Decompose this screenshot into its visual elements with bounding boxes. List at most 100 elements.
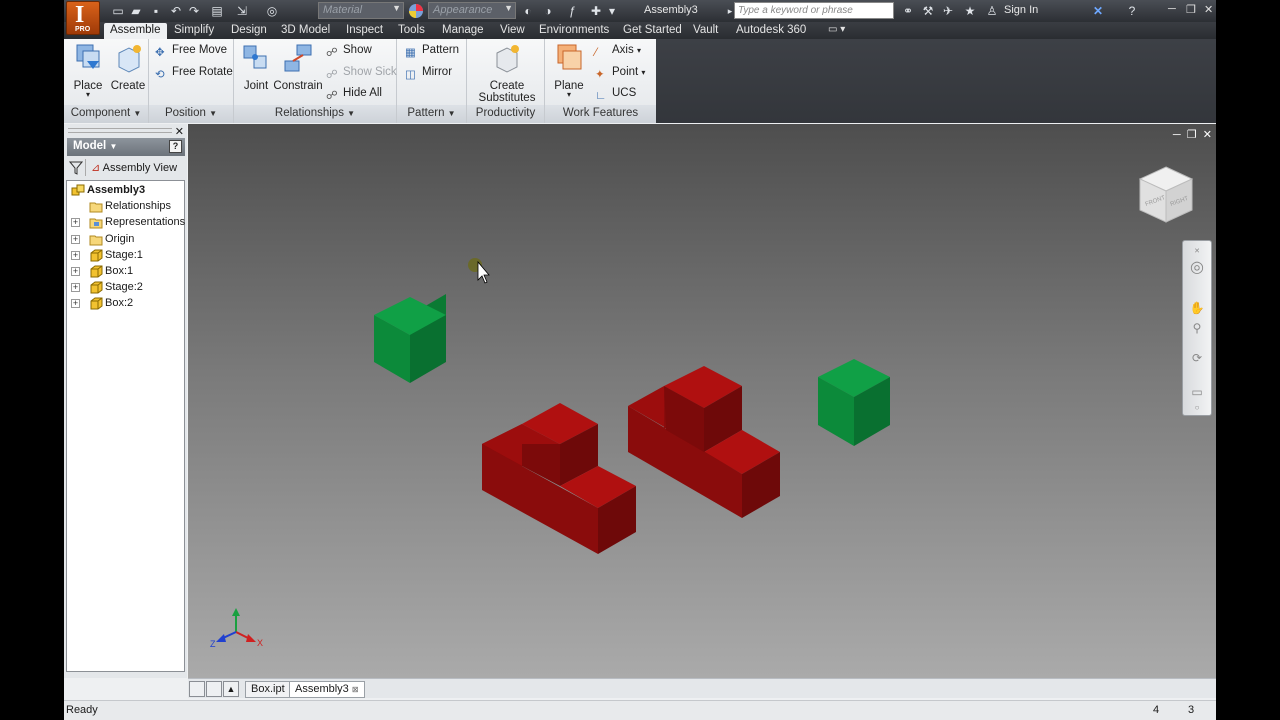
tab-inspect[interactable]: Inspect <box>340 23 389 39</box>
print-icon[interactable]: ▤ <box>209 3 225 19</box>
create-substitutes-button[interactable]: Create Substitutes <box>473 43 541 104</box>
document-tab-bar: ▲ Box.ipt Assembly3 ⊠ <box>188 678 1216 698</box>
minimize-icon[interactable]: ─ <box>1168 3 1176 15</box>
axis-button[interactable]: ⁄ Axis ▾ <box>595 44 641 61</box>
undo-icon[interactable]: ↶ <box>168 3 184 19</box>
help-icon[interactable]: ? <box>1124 3 1140 19</box>
point-button[interactable]: ✦ Point ▾ <box>595 66 645 81</box>
box-2-part[interactable] <box>818 359 890 446</box>
search-input[interactable]: Type a keyword or phrase <box>734 2 894 19</box>
close-icon[interactable]: ✕ <box>1204 3 1213 16</box>
zoom-icon[interactable]: ⚲ <box>1188 319 1206 337</box>
tab-design[interactable]: Design <box>225 23 273 39</box>
select-filter-icon[interactable]: ⇲ <box>234 3 250 19</box>
adjust-icon[interactable]: ◑ <box>540 3 556 19</box>
hide-all-button[interactable]: ☍ Hide All <box>326 87 382 102</box>
constrain-button[interactable]: Constrain <box>272 43 324 92</box>
graphics-viewport[interactable]: ─ ❐ ✕ X Z FRONT RIGHT ✕ ◎ ✋ ⚲ ⟳ ▭ ○ <box>188 124 1216 678</box>
tree-item-origin[interactable]: + Origin <box>67 232 184 248</box>
tab-manage[interactable]: Manage <box>436 23 490 39</box>
tree-item-stage-1[interactable]: + Stage:1 <box>67 248 184 264</box>
steering-wheel-icon[interactable]: ◎ <box>1188 259 1206 277</box>
mirror-button[interactable]: ◫ Mirror <box>405 66 452 81</box>
orbit-icon[interactable]: ⟳ <box>1188 349 1206 367</box>
panel-grip[interactable] <box>68 128 172 133</box>
filter-icon[interactable] <box>69 161 83 175</box>
assembly-view-button[interactable]: ⊿ Assembly View <box>91 161 185 174</box>
expand-node-icon[interactable]: + <box>71 250 80 260</box>
tab-tools[interactable]: Tools <box>392 23 431 39</box>
application-menu-button[interactable]: I PRO <box>66 1 100 35</box>
tab-environments[interactable]: Environments <box>533 23 615 39</box>
tree-item-box-1[interactable]: + Box:1 <box>67 264 184 280</box>
expand-node-icon[interactable]: + <box>71 218 80 228</box>
model-browser-header[interactable]: Model ▼ ? <box>67 138 185 156</box>
binoculars-icon[interactable]: ⚭ <box>900 3 916 19</box>
doc-tab-box-ipt[interactable]: Box.ipt <box>245 681 291 698</box>
expand-node-icon[interactable]: + <box>71 234 80 244</box>
navbar-menu-icon[interactable]: ○ <box>1188 399 1206 417</box>
cascade-windows-icon[interactable] <box>189 681 205 697</box>
tab-get-started[interactable]: Get Started <box>617 23 688 39</box>
tile-windows-icon[interactable] <box>206 681 222 697</box>
panel-title-relationships[interactable]: Relationships ▼ <box>234 105 396 123</box>
stage-2-part[interactable] <box>628 366 780 518</box>
tree-item-label: Assembly3 <box>87 184 146 196</box>
stage-1-part[interactable] <box>482 403 636 554</box>
panel-title-pattern[interactable]: Pattern ▼ <box>397 105 466 123</box>
show-sick-button[interactable]: ☍ Show Sick <box>326 66 397 81</box>
show-button[interactable]: ☍ Show <box>326 44 372 59</box>
free-move-button[interactable]: ✥ Free Move <box>155 44 227 59</box>
sign-in-link[interactable]: Sign In <box>1004 4 1038 16</box>
favorites-star-icon[interactable]: ★ <box>962 3 978 19</box>
expand-node-icon[interactable]: + <box>71 299 80 309</box>
qat-dropdown-icon[interactable]: ▾ <box>604 3 620 19</box>
clear-appearance-icon[interactable]: ◐ <box>520 3 536 19</box>
exchange-apps-icon[interactable]: ✕ <box>1090 3 1106 19</box>
tree-item-stage-2[interactable]: + Stage:2 <box>67 280 184 296</box>
doc-tab-assembly3[interactable]: Assembly3 ⊠ <box>289 681 365 698</box>
doc-tab-close-icon[interactable]: ⊠ <box>352 685 359 694</box>
browser-help-icon[interactable]: ? <box>169 140 182 153</box>
panel-title-component[interactable]: Component ▼ <box>64 105 148 123</box>
tab-view[interactable]: View <box>494 23 531 39</box>
save-icon[interactable]: ▪ <box>148 3 164 19</box>
work-features-panel-label: Work Features <box>562 107 639 119</box>
chevron-up-icon[interactable]: ▲ <box>223 681 239 697</box>
expand-node-icon[interactable]: + <box>71 283 80 293</box>
expand-node-icon[interactable]: + <box>71 267 80 276</box>
tab-3d-model[interactable]: 3D Model <box>275 23 336 39</box>
chevron-down-icon: ▾ <box>636 46 641 55</box>
tab-simplify[interactable]: Simplify <box>168 23 220 39</box>
open-folder-icon[interactable]: ▰ <box>128 3 144 19</box>
pattern-button[interactable]: ▦ Pattern <box>405 44 459 59</box>
tree-item-relationships[interactable]: Relationships <box>67 199 184 215</box>
tree-item-representations[interactable]: + Representations <box>67 215 185 231</box>
new-file-icon[interactable]: ▭ <box>110 3 126 19</box>
tab-autodesk-360[interactable]: Autodesk 360 <box>730 23 812 39</box>
browser-close-icon[interactable]: ✕ <box>175 125 184 138</box>
create-component-button[interactable]: Create <box>110 43 146 92</box>
free-rotate-button[interactable]: ⟲ Free Rotate <box>155 66 233 81</box>
redo-icon[interactable]: ↷ <box>186 3 202 19</box>
box-1-part[interactable] <box>374 294 446 383</box>
ribbon-display-toggle-icon[interactable]: ▭ ▾ <box>822 23 851 39</box>
tree-item-box-2[interactable]: + Box:2 <box>67 296 184 312</box>
material-dropdown[interactable]: Material ▼ <box>318 2 404 19</box>
ucs-button[interactable]: ∟ UCS <box>595 87 636 104</box>
viewcube[interactable]: FRONT RIGHT <box>1136 164 1196 226</box>
tree-item-assembly3[interactable]: Assembly3 <box>67 183 184 199</box>
plane-button[interactable]: Plane ▾ <box>551 43 587 99</box>
appearance-dropdown[interactable]: Appearance ▼ <box>428 2 516 19</box>
satellite-icon[interactable]: ✈ <box>940 3 956 19</box>
restore-icon[interactable]: ❐ <box>1186 3 1196 16</box>
parameters-icon[interactable]: ƒ <box>564 3 580 19</box>
tab-assemble[interactable]: Assemble <box>104 23 167 39</box>
tab-vault[interactable]: Vault <box>687 23 724 39</box>
place-button[interactable]: Place ▾ <box>70 43 106 99</box>
customize-qat-icon[interactable]: ✚ <box>588 3 604 19</box>
joint-button[interactable]: Joint <box>238 43 274 92</box>
panel-title-position[interactable]: Position ▼ <box>149 105 233 123</box>
tools-icon[interactable]: ⚒ <box>920 3 936 19</box>
pan-hand-icon[interactable]: ✋ <box>1188 299 1206 317</box>
